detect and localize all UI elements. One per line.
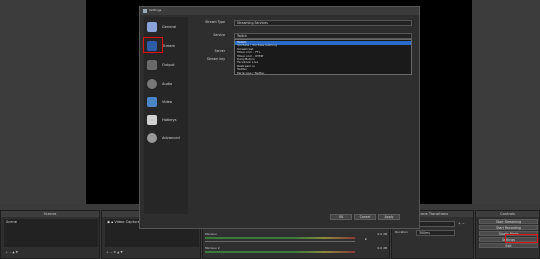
stream-key-label: Stream key — [206, 57, 225, 61]
sidebar-item-label: Output — [162, 63, 175, 67]
service-label: Service — [213, 33, 225, 37]
sidebar-item-label: Advanced — [162, 136, 180, 140]
sidebar-item-general[interactable]: General — [146, 19, 188, 37]
stream-type-label: Stream Type — [205, 20, 225, 24]
app-icon — [143, 9, 147, 13]
ok-button[interactable]: OK — [330, 214, 352, 220]
dialog-titlebar: Settings — [140, 7, 419, 15]
hotkeys-icon — [147, 115, 157, 125]
eye-icon[interactable]: ◉ — [107, 220, 110, 224]
mixer-track-db: 0.0 dB — [377, 232, 387, 236]
sidebar-item-label: Audio — [162, 82, 173, 86]
scenes-dock-title: Scenes — [1, 211, 99, 217]
stream-type-select[interactable]: Streaming Services — [234, 20, 412, 26]
controls-title: Controls — [476, 211, 539, 217]
advanced-icon — [147, 133, 157, 143]
settings-dialog: Settings General Stream Output Audio Vid… — [139, 6, 420, 229]
transition-add-icon[interactable]: ＋ − — [458, 221, 464, 226]
volume-meter — [205, 251, 355, 253]
scenes-list[interactable]: Scene — [4, 219, 98, 247]
server-label: Server — [214, 49, 225, 53]
sidebar-item-video[interactable]: Video — [146, 94, 188, 112]
cancel-button[interactable]: Cancel — [354, 214, 376, 220]
scene-item[interactable]: Scene — [6, 220, 17, 224]
audio-icon — [147, 79, 157, 89]
speaker-icon[interactable]: 🔊︎ — [365, 237, 367, 242]
start-recording-button[interactable]: Start Recording — [479, 225, 538, 230]
sources-toolbar[interactable]: ＋ − ⚙ ▲ ▼ — [106, 250, 123, 255]
mixer-track-mic2: Mic/Aux 2 0.0 dB — [205, 246, 389, 259]
scenes-dock: Scenes Scene ＋ − ▲ ▼ — [0, 210, 100, 259]
sidebar-item-advanced[interactable]: Advanced — [146, 130, 188, 148]
sidebar-item-audio[interactable]: Audio — [146, 76, 188, 94]
apply-button[interactable]: Apply — [378, 214, 400, 220]
volume-meter — [205, 237, 355, 239]
sidebar-item-label: Stream — [162, 44, 176, 48]
sidebar-item-label: Video — [162, 100, 173, 104]
general-icon — [147, 22, 157, 32]
lock-icon[interactable]: 🔒︎ — [111, 220, 113, 224]
output-icon — [147, 60, 157, 70]
stream-highlight-box — [143, 37, 163, 53]
duration-label: Duration — [395, 230, 409, 234]
dropdown-item[interactable]: Periscope / Twitter — [237, 71, 264, 76]
sidebar-item-output[interactable]: Output — [146, 57, 188, 75]
dialog-title: Settings — [149, 8, 162, 12]
sidebar-item-label: Hotkeys — [162, 118, 177, 122]
mixer-track-mic: Mic/Aux 0.0 dB 🔊︎ — [205, 232, 389, 245]
start-streaming-button[interactable]: Start Streaming — [479, 219, 538, 224]
exit-button[interactable]: Exit — [479, 243, 538, 248]
sidebar-item-hotkeys[interactable]: Hotkeys — [146, 112, 188, 130]
duration-input[interactable]: 300ms — [416, 230, 455, 236]
service-dropdown-list[interactable]: Twitch YouTube / YouTube Gaming Smashcas… — [234, 39, 412, 75]
settings-button-highlight — [505, 234, 538, 243]
scenes-toolbar[interactable]: ＋ − ▲ ▼ — [5, 250, 18, 255]
mixer-track-db: 0.0 dB — [377, 246, 387, 250]
volume-slider[interactable] — [205, 241, 355, 242]
right-panel-background — [472, 0, 540, 204]
left-panel-background — [0, 0, 86, 204]
sidebar-item-label: General — [162, 25, 177, 29]
video-icon — [147, 97, 157, 107]
